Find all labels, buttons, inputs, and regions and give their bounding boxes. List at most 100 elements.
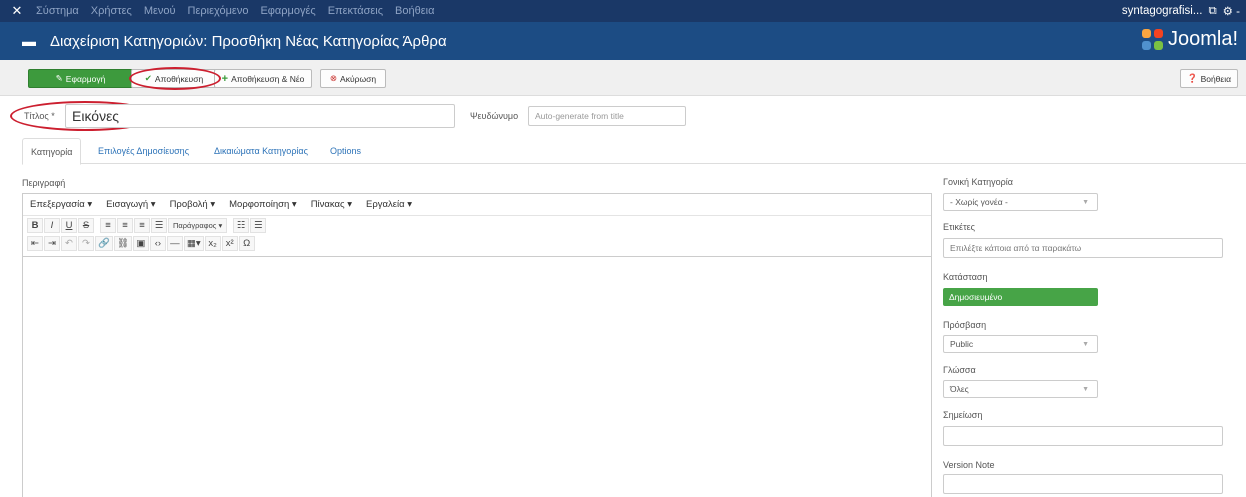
strikethrough-icon[interactable]: S [78, 217, 94, 233]
menu-content[interactable]: Περιεχόμενο [182, 5, 255, 17]
align-right-icon[interactable]: ≡ [134, 217, 150, 233]
access-select[interactable]: Public ▼ [943, 335, 1098, 353]
tab-publishing[interactable]: Επιλογές Δημοσίευσης [90, 138, 197, 164]
chevron-down-icon: ▼ [1082, 385, 1089, 393]
menu-extensions[interactable]: Επεκτάσεις [322, 5, 389, 17]
rich-text-editor: Επεξεργασία ▾ Εισαγωγή ▾ Προβολή ▾ Μορφο… [22, 193, 932, 497]
language-value: Όλες [950, 384, 969, 394]
note-input[interactable] [943, 426, 1223, 446]
language-label: Γλώσσα [943, 365, 976, 375]
bullet-list-icon[interactable]: ☷ [233, 217, 250, 233]
access-value: Public [950, 339, 974, 349]
italic-icon[interactable]: I [44, 217, 60, 233]
menu-users[interactable]: Χρήστες [85, 5, 138, 17]
access-label: Πρόσβαση [943, 320, 987, 330]
code-icon[interactable]: ‹› [149, 235, 166, 251]
menu-system[interactable]: Σύστημα [30, 5, 85, 17]
title-label: Τίτλος * [24, 111, 55, 121]
menu-components[interactable]: Εφαρμογές [254, 5, 321, 17]
tab-options[interactable]: Options [322, 138, 369, 164]
apply-button[interactable]: ✎ Εφαρμογή [28, 69, 133, 88]
link-icon[interactable]: 🔗 [95, 235, 113, 251]
editor-menu-insert[interactable]: Εισαγωγή ▾ [106, 199, 155, 210]
version-note-label: Version Note [943, 460, 995, 470]
tags-label: Ετικέτες [943, 222, 975, 232]
status-value: Δημοσιευμένο [949, 292, 1003, 302]
main-menu: Σύστημα Χρήστες Μενού Περιεχόμενο Εφαρμο… [30, 5, 440, 17]
image-icon[interactable]: ▣ [132, 235, 149, 251]
tab-category[interactable]: Κατηγορία [22, 138, 82, 165]
redo-icon[interactable]: ↷ [78, 235, 94, 251]
editor-menu-format[interactable]: Μορφοποίηση ▾ [229, 199, 297, 210]
cancel-button[interactable]: ⊗ Ακύρωση [320, 69, 386, 88]
parent-category-label: Γονική Κατηγορία [943, 177, 1013, 187]
subscript-icon[interactable]: x₂ [204, 235, 221, 251]
menu-help[interactable]: Βοήθεια [389, 5, 440, 17]
tab-bar: Κατηγορία Επιλογές Δημοσίευσης Δικαιώματ… [22, 138, 1246, 165]
outdent-icon[interactable]: ⇤ [27, 235, 43, 251]
editor-menubar: Επεξεργασία ▾ Εισαγωγή ▾ Προβολή ▾ Μορφο… [23, 194, 931, 216]
external-link-icon[interactable]: ⧉ [1208, 5, 1216, 18]
joomla-brand: Joomla! [1141, 28, 1238, 51]
parent-category-value: - Χωρίς γονέα - [950, 197, 1008, 207]
cancel-label: Ακύρωση [340, 73, 377, 84]
tab-permissions[interactable]: Δικαιώματα Κατηγορίας [206, 138, 316, 164]
status-published-button[interactable]: Δημοσιευμένο [943, 288, 1098, 306]
menu-menus[interactable]: Μενού [138, 5, 182, 17]
editor-menu-tools[interactable]: Εργαλεία ▾ [366, 199, 412, 210]
top-navigation: ✕ Σύστημα Χρήστες Μενού Περιεχόμενο Εφαρ… [0, 0, 1246, 22]
table-icon[interactable]: ▦▾ [183, 235, 204, 251]
tags-input[interactable]: Επιλέξτε κάποια από τα παρακάτω [943, 238, 1223, 258]
indent-icon[interactable]: ⇥ [44, 235, 60, 251]
title-value: Εικόνες [72, 108, 120, 124]
language-select[interactable]: Όλες ▼ [943, 380, 1098, 398]
title-input[interactable]: Εικόνες [65, 104, 455, 128]
apply-label: Εφαρμογή [65, 73, 106, 84]
editor-content-area[interactable] [23, 256, 931, 497]
horizontal-rule-icon[interactable]: — [166, 235, 183, 251]
save-new-button[interactable]: + Αποθήκευση & Νέο [214, 69, 312, 88]
align-justify-icon[interactable]: ☰ [151, 217, 167, 233]
annotation-oval-save [129, 67, 221, 90]
page-title: Διαχείριση Κατηγοριών: Προσθήκη Νέας Κατ… [50, 32, 447, 50]
plus-icon: + [221, 72, 229, 85]
special-character-icon[interactable]: Ω [238, 235, 255, 251]
save-new-label: Αποθήκευση & Νέο [231, 73, 305, 84]
description-label: Περιγραφή [22, 178, 66, 188]
alias-placeholder: Auto-generate from title [535, 111, 624, 121]
editor-menu-table[interactable]: Πίνακας ▾ [311, 199, 352, 210]
tags-placeholder: Επιλέξτε κάποια από τα παρακάτω [950, 243, 1082, 253]
joomla-wordmark: Joomla! [1167, 28, 1238, 50]
edit-icon: ✎ [55, 73, 63, 83]
chevron-down-icon: ▼ [1082, 198, 1089, 206]
status-label: Κατάσταση [943, 272, 988, 282]
site-link[interactable]: syntagografisi... [1122, 5, 1203, 17]
joomla-brand-icon [1141, 28, 1164, 51]
editor-toolbar-row-2: ⇤ ⇥ ↶ ↷ 🔗 ⛓ ▣ ‹› — ▦▾ x₂ x² Ω [23, 234, 931, 252]
folder-icon: ▬ [22, 33, 36, 49]
align-center-icon[interactable]: ≡ [117, 217, 133, 233]
editor-menu-edit[interactable]: Επεξεργασία ▾ [30, 199, 92, 210]
help-button[interactable]: ❓ Βοήθεια [1180, 69, 1238, 88]
underline-icon[interactable]: U [61, 217, 77, 233]
help-label: Βοήθεια [1200, 73, 1232, 84]
unlink-icon[interactable]: ⛓ [113, 235, 132, 251]
chevron-down-icon: ▼ [1082, 340, 1089, 348]
gear-icon[interactable]: ⚙ - [1223, 4, 1240, 18]
page-header: ▬ Διαχείριση Κατηγοριών: Προσθήκη Νέας Κ… [0, 22, 1246, 60]
note-label: Σημείωση [943, 410, 983, 420]
version-note-input[interactable] [943, 474, 1223, 494]
parent-category-select[interactable]: - Χωρίς γονέα - ▼ [943, 193, 1098, 211]
alias-label: Ψευδώνυμο [470, 111, 519, 121]
align-left-icon[interactable]: ≡ [100, 217, 116, 233]
superscript-icon[interactable]: x² [221, 235, 238, 251]
bold-icon[interactable]: B [27, 217, 43, 233]
joomla-logo-icon[interactable]: ✕ [4, 3, 30, 19]
numbered-list-icon[interactable]: ☰ [250, 217, 267, 233]
undo-icon[interactable]: ↶ [61, 235, 77, 251]
cancel-circle-icon: ⊗ [329, 73, 338, 83]
editor-menu-view[interactable]: Προβολή ▾ [170, 199, 216, 210]
editor-toolbar-row-1: B I U S ≡ ≡ ≡ ☰ Παράγραφος ▾ ☷ ☰ [23, 216, 931, 234]
alias-input[interactable]: Auto-generate from title [528, 106, 686, 126]
paragraph-format-select[interactable]: Παράγραφος ▾ [168, 217, 228, 233]
